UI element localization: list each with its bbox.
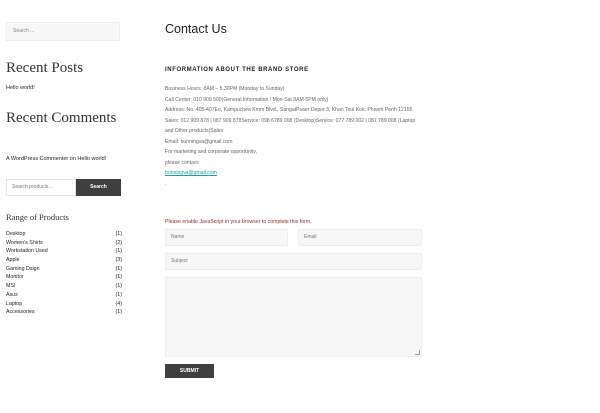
category-count: (1)	[115, 291, 122, 298]
subject-field[interactable]: Subject	[165, 253, 422, 270]
resize-grip-icon[interactable]	[415, 350, 420, 355]
product-category-list: Desktop (1) Women's Shirts (2) Workstation…	[6, 230, 122, 317]
category-item[interactable]: MSI (1)	[6, 282, 122, 291]
address: Address: No. 405-407Eo, Kampuchea Krom B…	[165, 107, 413, 113]
category-label[interactable]: Women's Shirts	[6, 239, 43, 248]
store-info: Business Hours: 8AM – 5.30PM (Monday to …	[165, 84, 423, 189]
category-item[interactable]: Women's Shirts (2)	[6, 239, 122, 248]
product-search-input[interactable]: Search products…	[6, 179, 76, 196]
recent-comments-title: Recent Comments	[6, 110, 117, 126]
category-count: (3)	[115, 257, 122, 264]
sales-info: Sales: 012 909 878 | 087 909 878Service:…	[165, 117, 416, 135]
category-count: (1)	[115, 309, 122, 316]
category-label[interactable]: Accessories	[6, 308, 35, 317]
range-of-products-title: Range of Products	[6, 212, 69, 222]
submit-button[interactable]: SUBMIT	[165, 364, 214, 378]
category-label[interactable]: MSI	[6, 282, 15, 291]
category-label[interactable]: Monitor	[6, 273, 24, 282]
call-center: Call Center: 010 909 500(General Informa…	[165, 96, 329, 103]
product-search-button[interactable]: Search	[76, 179, 121, 196]
category-item[interactable]: Monitor (1)	[6, 273, 122, 282]
category-label[interactable]: Apple	[6, 256, 20, 265]
category-label[interactable]: Desktop	[6, 230, 25, 239]
contact-email-link[interactable]: bunningva@gmail.com	[165, 168, 423, 179]
name-field[interactable]: Name	[165, 229, 288, 246]
recent-post-link[interactable]: Hello world!	[6, 85, 35, 91]
separator-dot: .	[165, 180, 167, 187]
category-label[interactable]: Asus	[6, 291, 18, 300]
category-count: (1)	[115, 231, 122, 237]
category-item[interactable]: Workstation Used (1)	[6, 247, 122, 256]
category-label[interactable]: Workstation Used	[6, 247, 48, 256]
please-contact: please contact:	[165, 159, 200, 166]
email-field[interactable]: Email	[298, 229, 422, 246]
recent-posts-title: Recent Posts	[6, 60, 84, 76]
category-count: (1)	[115, 274, 122, 281]
category-item[interactable]: Accessories (1)	[6, 308, 122, 317]
business-hours: Business Hours: 8AM – 5.30PM (Monday to …	[165, 86, 285, 92]
category-count: (2)	[115, 239, 122, 246]
category-count: (1)	[115, 265, 122, 272]
category-item[interactable]: Apple (3)	[6, 256, 122, 265]
category-item[interactable]: Gaming Dsign (1)	[6, 265, 122, 274]
email-info: Email: bunningva@gmail.com	[165, 138, 233, 145]
category-label[interactable]: Laptop	[6, 300, 22, 309]
search-input[interactable]: Search ...	[6, 22, 120, 41]
javascript-warning: Please enable JavaScript in your browser…	[165, 219, 312, 225]
recent-comment-link[interactable]: A WordPress Commenter on Hello world!	[6, 156, 106, 162]
category-item[interactable]: Asus (1)	[6, 291, 122, 300]
marketing-info: For marketing and corporate opportunity,	[165, 149, 257, 155]
category-item[interactable]: Desktop (1)	[6, 230, 122, 239]
category-label[interactable]: Gaming Dsign	[6, 265, 40, 274]
category-count: (4)	[115, 300, 122, 307]
message-textarea[interactable]	[165, 277, 422, 357]
page-title: Contact Us	[165, 22, 227, 36]
info-heading: INFORMATION ABOUT THE BRAND STORE	[165, 67, 309, 73]
category-count: (1)	[115, 283, 122, 290]
category-item[interactable]: Laptop (4)	[6, 300, 122, 309]
category-count: (1)	[115, 248, 122, 255]
